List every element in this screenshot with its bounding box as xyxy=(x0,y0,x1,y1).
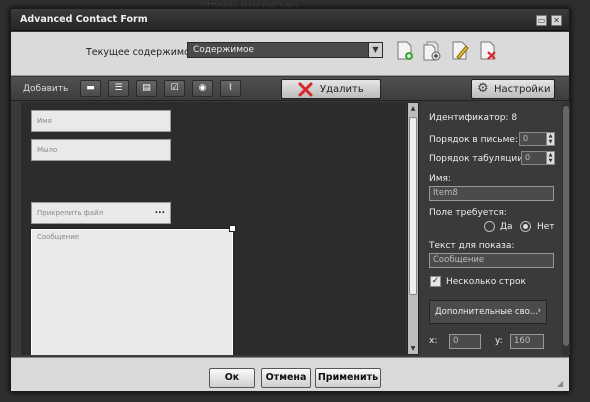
settings-button[interactable]: ⚙ Настройки xyxy=(471,79,555,99)
textfield-icon: ▬ xyxy=(86,83,95,93)
window-title: Advanced Contact Form xyxy=(20,14,148,25)
multiline-checkbox[interactable]: ✓ xyxy=(430,276,441,287)
order-tab-value: 0 xyxy=(525,153,531,162)
checkbox-icon: ☑ xyxy=(170,83,179,93)
form-field-name[interactable]: Имя xyxy=(31,110,171,132)
stepper-arrows-icon[interactable]: ▲ ▼ xyxy=(546,152,554,164)
identifier-text: Идентификатор: 8 xyxy=(429,113,518,123)
chevron-right-icon: › xyxy=(537,306,541,316)
add-textarea-button[interactable]: ☰ xyxy=(108,80,129,97)
properties-panel: Идентификатор: 8 Порядок в письме: 0 ▲ ▼ … xyxy=(421,102,559,355)
add-radio-button[interactable]: ◉ xyxy=(192,80,213,97)
name-input-value: Item8 xyxy=(433,188,458,198)
no-label: Нет xyxy=(537,222,555,232)
settings-label: Настройки xyxy=(494,84,551,95)
order-mail-value: 0 xyxy=(523,134,529,143)
add-dropdown-button[interactable]: ▤ xyxy=(136,80,157,97)
form-field-message-text: Сообщение xyxy=(37,233,80,241)
form-field-email[interactable]: Мыло xyxy=(31,139,171,161)
properties-scrollbar[interactable] xyxy=(562,102,570,355)
scroll-up-icon[interactable]: ▲ xyxy=(408,103,418,114)
order-tab-stepper[interactable]: 0 ▲ ▼ xyxy=(521,151,555,165)
delete-page-icon[interactable] xyxy=(479,41,497,61)
form-field-name-text: Имя xyxy=(37,117,52,125)
add-checkbox-button[interactable]: ☑ xyxy=(164,80,185,97)
content-select-value: Содержимое xyxy=(193,45,255,55)
toolbar: Добавить ▬ ☰ ▤ ☑ ◉ ⌇ Удалить ⚙ Настройки xyxy=(11,77,569,101)
browse-button[interactable]: ... xyxy=(155,206,165,216)
x-input[interactable]: 0 xyxy=(449,334,481,349)
resize-handle[interactable] xyxy=(229,225,236,232)
form-canvas[interactable]: Имя Мыло Прикрепить файл ... Сообщение xyxy=(21,102,406,355)
apply-button[interactable]: Применить xyxy=(315,368,381,388)
name-input[interactable]: Item8 xyxy=(429,186,554,201)
add-page-icon[interactable] xyxy=(423,41,441,61)
required-no-radio[interactable] xyxy=(520,221,531,232)
stepper-arrows-icon[interactable]: ▲ ▼ xyxy=(546,133,554,145)
name-label: Имя: xyxy=(429,174,451,184)
cancel-button[interactable]: Отмена xyxy=(261,368,311,388)
scroll-thumb[interactable] xyxy=(409,117,417,295)
add-label: Добавить xyxy=(23,84,69,94)
more-properties-button[interactable]: Дополнительные сво... › xyxy=(429,300,547,324)
order-tab-label: Порядок табуляции: xyxy=(429,154,527,164)
textarea-icon: ☰ xyxy=(114,83,123,93)
resize-grip-icon[interactable]: ◢ xyxy=(557,379,567,389)
new-page-icon[interactable] xyxy=(396,41,414,61)
delete-label: Удалить xyxy=(320,84,364,95)
delete-icon xyxy=(298,82,313,97)
minimize-button[interactable]: ▭ xyxy=(536,15,547,26)
ok-button[interactable]: Ок xyxy=(209,368,255,388)
edit-page-icon[interactable] xyxy=(451,41,469,61)
chevron-down-icon: ▼ xyxy=(368,43,382,57)
radio-icon: ◉ xyxy=(198,83,207,93)
x-label: x: xyxy=(429,336,438,346)
y-value: 160 xyxy=(514,336,531,346)
title-bar: Advanced Contact Form ▭ ✕ xyxy=(11,9,569,31)
multiline-label: Несколько строк xyxy=(446,277,526,287)
add-attachment-button[interactable]: ⌇ xyxy=(220,80,241,97)
content-selector-row: Текущее содержимое: Содержимое ▼ xyxy=(11,32,569,76)
canvas-scrollbar[interactable]: ▲ ▼ xyxy=(407,102,419,355)
scroll-down-icon[interactable]: ▼ xyxy=(408,343,418,354)
properties-scroll-thumb[interactable] xyxy=(563,106,569,346)
add-textfield-button[interactable]: ▬ xyxy=(80,80,101,97)
form-field-email-text: Мыло xyxy=(37,146,58,154)
display-text-value: Сообщение xyxy=(433,255,485,265)
y-label: y: xyxy=(495,336,503,346)
dropdown-icon: ▤ xyxy=(142,83,151,93)
more-properties-label: Дополнительные сво... xyxy=(435,307,538,317)
display-text-input[interactable]: Сообщение xyxy=(429,253,554,268)
form-field-attachment-text: Прикрепить файл xyxy=(37,209,104,217)
form-field-attachment[interactable]: Прикрепить файл ... xyxy=(31,202,171,224)
form-field-message[interactable]: Сообщение xyxy=(30,228,234,355)
yes-label: Да xyxy=(500,222,513,232)
gear-icon: ⚙ xyxy=(477,81,489,96)
attachment-icon: ⌇ xyxy=(228,83,233,93)
content-label: Текущее содержимое: xyxy=(86,47,199,58)
y-input[interactable]: 160 xyxy=(510,334,544,349)
x-value: 0 xyxy=(453,336,459,346)
close-button[interactable]: ✕ xyxy=(551,15,562,26)
delete-button[interactable]: Удалить xyxy=(281,79,381,99)
order-mail-label: Порядок в письме: xyxy=(429,135,518,145)
contact-form-dialog: Advanced Contact Form ▭ ✕ Текущее содерж… xyxy=(10,8,570,392)
required-yes-radio[interactable] xyxy=(484,221,495,232)
order-mail-stepper[interactable]: 0 ▲ ▼ xyxy=(519,132,555,146)
required-label: Поле требуется: xyxy=(429,208,507,218)
display-text-label: Текст для показа: xyxy=(429,241,515,251)
content-select[interactable]: Содержимое ▼ xyxy=(187,42,383,58)
dialog-footer: Ок Отмена Применить ◢ xyxy=(11,357,569,391)
